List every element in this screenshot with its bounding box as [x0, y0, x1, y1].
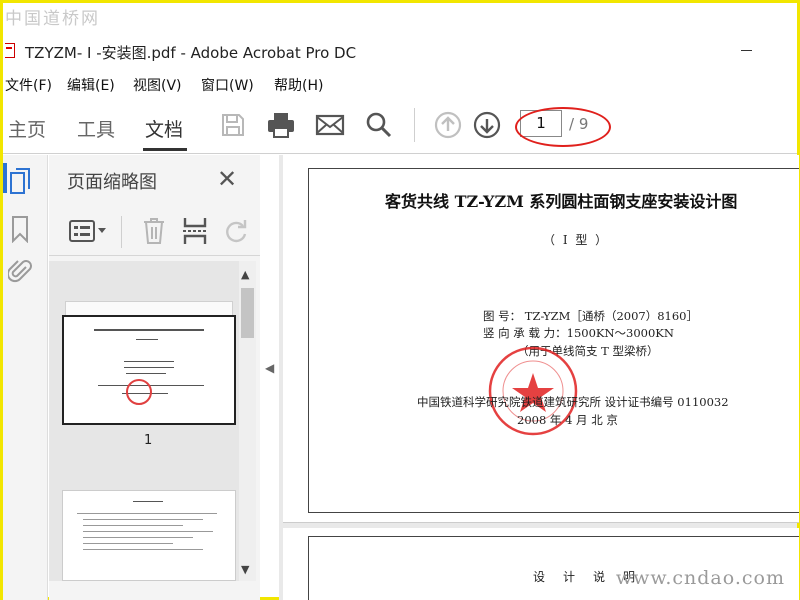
date-line: 2008 年 4 月 北 京 [517, 413, 618, 427]
pane-toolbar [49, 208, 260, 256]
scroll-up-icon[interactable]: ▲ [241, 268, 249, 281]
page-down-icon[interactable] [471, 110, 503, 140]
navigation-rail [3, 155, 48, 600]
email-icon[interactable] [314, 110, 346, 140]
watermark-bottom: www.cndao.com [615, 567, 785, 589]
minimize-button[interactable] [741, 50, 752, 51]
close-icon[interactable]: ✕ [217, 165, 237, 193]
rail-active-indicator [3, 163, 7, 193]
menu-window[interactable]: 窗口(W) [201, 75, 254, 95]
load-capacity: 竖 向 承 载 力：1500KN～3000KN [483, 326, 674, 340]
scrollbar-thumb[interactable] [241, 288, 254, 338]
thumbnail-label-1: 1 [144, 433, 153, 448]
thumb-text [124, 367, 174, 368]
document-title: 客货共线 TZ-YZM 系列圆柱面钢支座安装设计图 [385, 192, 738, 211]
drawing-number: 图 号： TZ-YZM［通桥（2007）8160］ [483, 309, 698, 323]
search-icon[interactable] [363, 110, 395, 140]
title-bar: TZYZM- I -安装图.pdf - Adobe Acrobat Pro DC [3, 37, 797, 67]
save-icon[interactable] [217, 110, 249, 140]
scroll-down-icon[interactable]: ▼ [241, 563, 249, 576]
pdf-file-icon [5, 43, 15, 58]
thumb-text [83, 543, 173, 544]
thumb-text [98, 385, 204, 386]
thumb-text [94, 329, 204, 331]
delete-icon[interactable] [142, 217, 166, 249]
menu-edit[interactable]: 编辑(E) [67, 75, 115, 95]
tab-tools[interactable]: 工具 [77, 115, 115, 142]
print-icon[interactable] [265, 110, 297, 140]
thumb-text [136, 339, 158, 340]
window-title: TZYZM- I -安装图.pdf - Adobe Acrobat Pro DC [25, 44, 357, 62]
thumb-text [133, 501, 163, 502]
thumb-text [126, 373, 166, 374]
pane-title: 页面缩略图 [67, 172, 157, 193]
collapse-pane-icon[interactable]: ◀ [265, 361, 274, 375]
thumb-stamp [126, 379, 152, 405]
active-tab-indicator [143, 148, 187, 151]
options-icon[interactable] [69, 220, 107, 246]
extract-icon[interactable] [182, 216, 208, 250]
menu-view[interactable]: 视图(V) [133, 75, 182, 95]
document-subtitle: （ Ⅰ 型 ） [543, 233, 610, 247]
tab-home[interactable]: 主页 [8, 115, 46, 142]
menu-file[interactable]: 文件(F) [5, 75, 52, 95]
page-up-icon[interactable] [432, 110, 464, 140]
thumb-text [77, 513, 217, 514]
bookmark-icon[interactable] [10, 215, 30, 247]
thumb-text [124, 361, 174, 362]
toolbar-separator [414, 108, 415, 142]
rotate-icon[interactable] [223, 218, 249, 248]
thumb-text [83, 549, 203, 550]
toolbar: 主页 工具 文档 1 / 9 [3, 100, 797, 154]
attachment-icon[interactable] [6, 257, 32, 289]
page-thumbnails-icon[interactable] [9, 167, 33, 201]
institute-line: 中国铁道科学研究院铁道建筑研究所 设计证书编号 0110032 [417, 395, 729, 409]
watermark-top: 中国道桥网 [5, 9, 100, 29]
thumb-text [83, 525, 183, 526]
thumb-text [83, 531, 213, 532]
menu-help[interactable]: 帮助(H) [274, 75, 323, 95]
highlight-annotation [515, 107, 611, 147]
tab-document[interactable]: 文档 [145, 115, 183, 142]
pane-separator [121, 216, 122, 248]
thumbnail-page-2[interactable] [62, 490, 236, 581]
thumb-text [83, 519, 203, 520]
thumb-text [83, 537, 193, 538]
thumbnail-page-1[interactable] [62, 315, 236, 425]
